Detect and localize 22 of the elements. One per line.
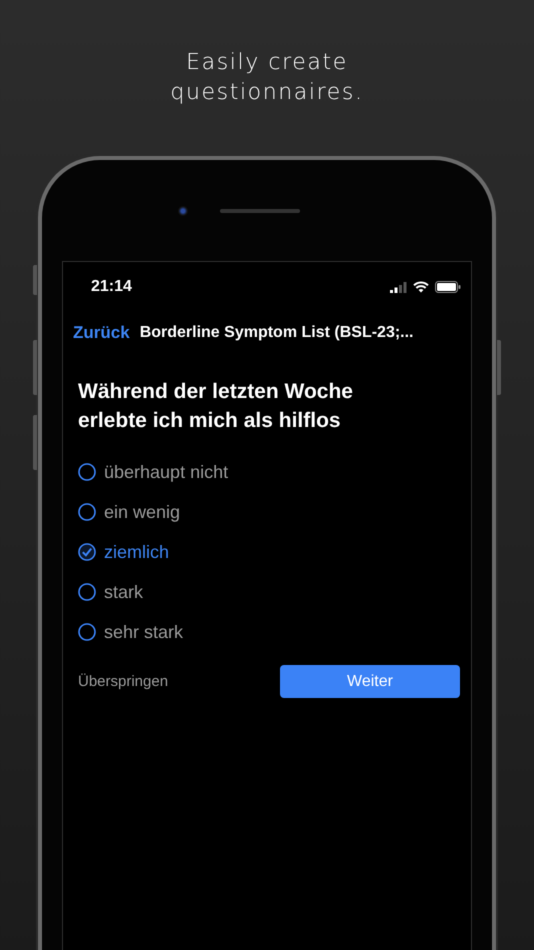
- radio-icon[interactable]: [78, 583, 96, 601]
- speaker-icon: [220, 209, 300, 213]
- wifi-icon: [413, 281, 429, 293]
- radio-icon[interactable]: [78, 463, 96, 481]
- headline: Easily create questionnaires.: [170, 49, 364, 107]
- option-label[interactable]: stark: [104, 582, 144, 602]
- question-text: Während der letzten Woche erlebte ich mich als hilflos: [78, 379, 354, 434]
- option-label[interactable]: ein wenig: [104, 502, 180, 522]
- battery-icon: [435, 281, 461, 293]
- radio-icon[interactable]: [78, 503, 96, 521]
- checked-radio-icon[interactable]: [78, 543, 96, 561]
- screen-title: Borderline Symptom List (BSL-23;...: [140, 324, 414, 342]
- status-time: 21:14: [91, 278, 132, 296]
- signal-icon: [390, 282, 407, 292]
- option-label[interactable]: überhaupt nicht: [104, 462, 228, 482]
- option-label[interactable]: sehr stark: [104, 622, 184, 642]
- skip-link[interactable]: Überspringen: [78, 673, 168, 690]
- camera-icon: [178, 206, 188, 216]
- back-link[interactable]: Zurück: [73, 323, 130, 343]
- radio-icon[interactable]: [78, 623, 96, 641]
- next-button[interactable]: Weiter: [280, 665, 460, 698]
- option-label[interactable]: ziemlich: [104, 542, 170, 562]
